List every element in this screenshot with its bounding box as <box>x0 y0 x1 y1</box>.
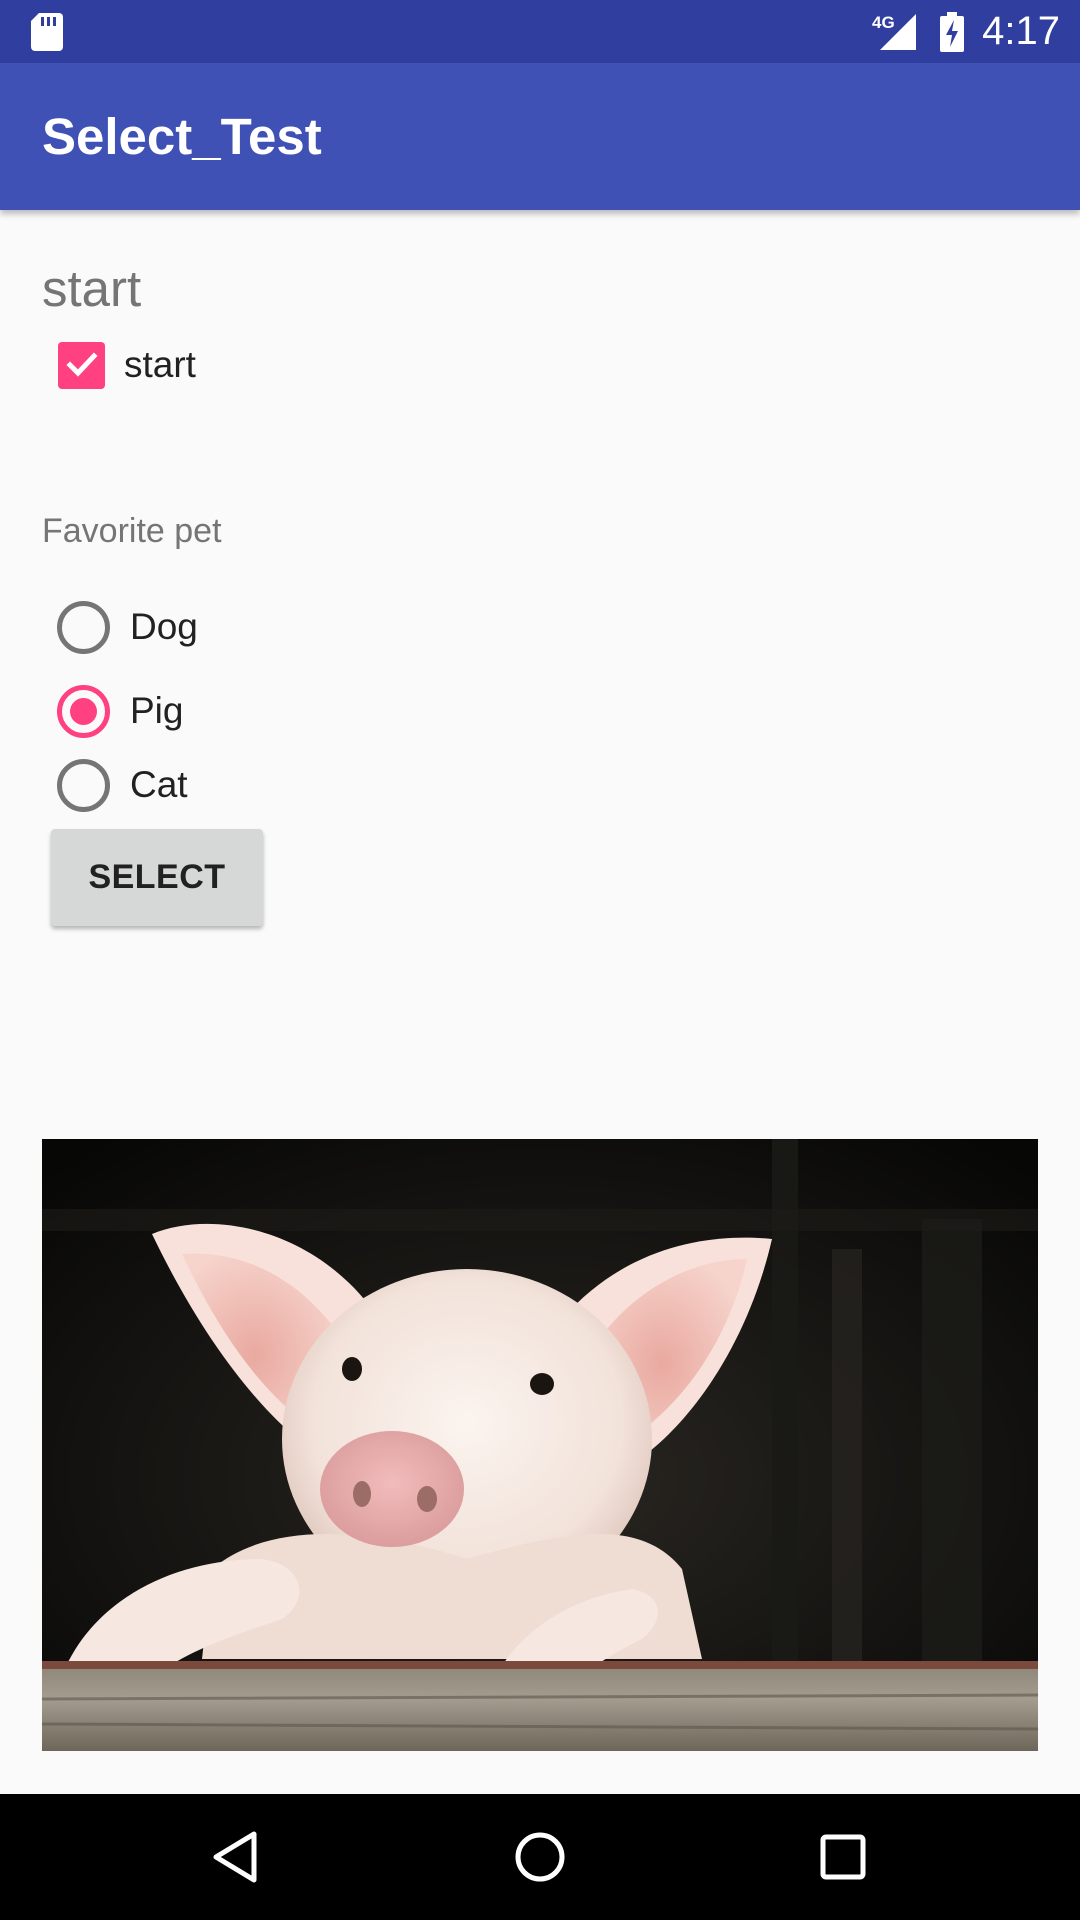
radio-label-cat: Cat <box>130 764 188 805</box>
radio-pig[interactable]: Pig <box>57 684 183 738</box>
radio-unchecked-icon[interactable] <box>57 758 110 812</box>
radio-dog[interactable]: Dog <box>57 600 198 654</box>
favorite-pet-label: Favorite pet <box>42 512 222 550</box>
recents-icon <box>820 1834 866 1880</box>
navigation-bar <box>0 1794 1080 1920</box>
status-bar: 4G 4:17 <box>0 0 1080 63</box>
pig-image <box>42 1139 1038 1751</box>
nav-recents-button[interactable] <box>783 1794 903 1920</box>
nav-home-button[interactable] <box>480 1794 600 1920</box>
radio-cat[interactable]: Cat <box>57 758 188 812</box>
back-icon <box>213 1831 257 1883</box>
status-clock: 4:17 <box>982 9 1060 53</box>
home-icon <box>515 1832 565 1882</box>
screen: 4G 4:17 Select_Test start start Favorite… <box>0 0 1080 1920</box>
nav-back-button[interactable] <box>175 1794 295 1920</box>
status-icons: 4G 4:17 <box>872 0 1060 63</box>
start-checkbox-label: start <box>124 344 196 385</box>
network-type-label: 4G <box>872 13 895 32</box>
battery-charging-icon <box>940 11 965 52</box>
pig-photo <box>42 1139 1038 1751</box>
radio-checked-icon[interactable] <box>57 684 110 738</box>
radio-label-dog: Dog <box>130 606 198 647</box>
sd-card-icon <box>31 13 63 51</box>
signal-icon: 4G <box>872 13 917 50</box>
radio-unchecked-icon[interactable] <box>57 600 110 654</box>
checkmark-icon <box>65 352 98 377</box>
app-title: Select_Test <box>42 108 322 165</box>
start-checkbox[interactable]: start <box>58 340 196 390</box>
checkbox-checked-icon[interactable] <box>58 341 105 389</box>
radio-dot <box>70 697 97 725</box>
radio-label-pig: Pig <box>130 690 184 731</box>
start-heading: start <box>42 260 142 317</box>
app-toolbar: Select_Test <box>0 63 1080 210</box>
select-button[interactable]: SELECT <box>51 829 263 926</box>
